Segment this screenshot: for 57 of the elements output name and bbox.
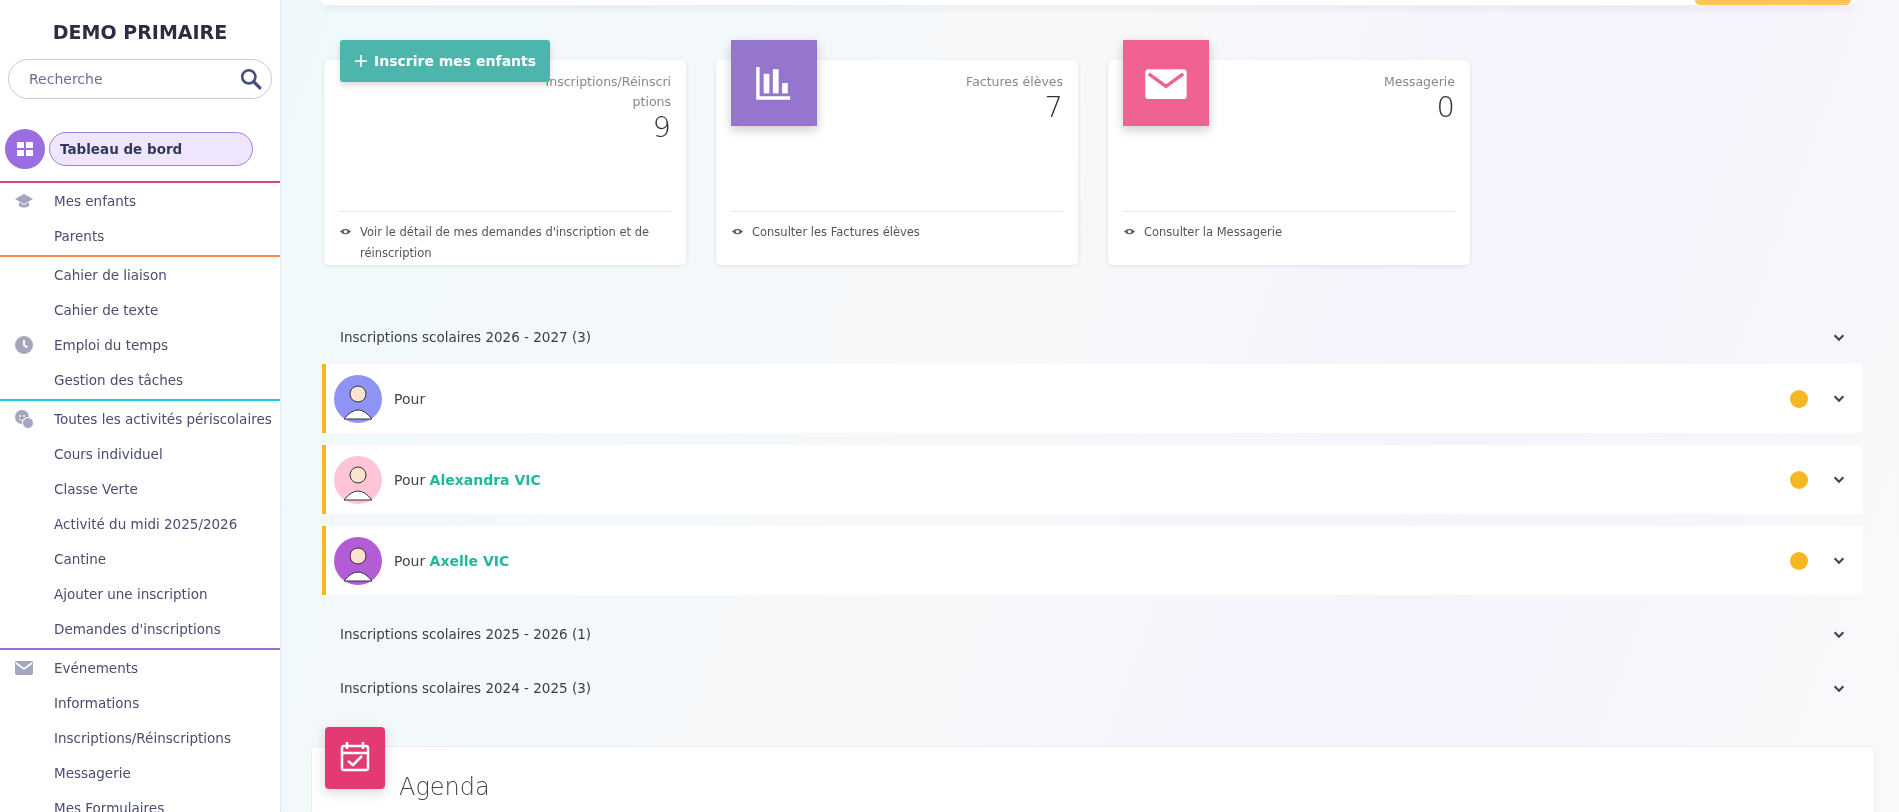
sidebar-item[interactable]: Gestion des tâches <box>54 372 184 388</box>
card-link[interactable]: Consulter la Messagerie <box>1144 222 1283 243</box>
registration-row[interactable]: Pour Alexandra VIC <box>322 445 1862 514</box>
sidebar-item[interactable]: Mes enfants <box>54 193 137 209</box>
sidebar-item[interactable]: Cours individuel <box>54 446 163 462</box>
sidebar-item[interactable]: Classe Verte <box>54 481 138 497</box>
sidebar-item[interactable]: Inscriptions/Réinscriptions <box>54 730 231 746</box>
registration-row[interactable]: Pour <box>322 364 1862 433</box>
clock-icon <box>14 335 34 355</box>
accordion-header[interactable]: Inscriptions scolaires 2026 - 2027 (3) <box>322 310 1862 364</box>
sidebar-item[interactable]: Informations <box>54 695 140 711</box>
chevron-down-icon <box>1832 555 1846 566</box>
card-value: 0 <box>1436 92 1455 122</box>
registration-text: Pour <box>394 390 427 407</box>
agenda-title: Agenda <box>399 773 490 801</box>
search-icon <box>240 68 262 90</box>
sidebar-item[interactable]: Tableau de bord <box>49 132 254 166</box>
sidebar-item[interactable]: Ajouter une inscription <box>54 586 208 602</box>
card-link[interactable]: Voir le détail de mes demandes d'inscription et de réinscription <box>360 222 671 264</box>
accordion-title: Inscriptions scolaires 2024 - 2025 (3) <box>340 680 592 696</box>
eye-icon <box>731 227 744 236</box>
accordion-title: Inscriptions scolaires 2025 - 2026 (1) <box>340 626 592 642</box>
eye-icon <box>339 227 352 236</box>
sidebar-item[interactable]: Evénements <box>54 660 139 676</box>
chevron-down-icon <box>1832 393 1846 404</box>
registration-row[interactable]: Pour Axelle VIC <box>322 526 1862 595</box>
card-label: Messagerie <box>1382 73 1455 91</box>
avatar-icon <box>334 374 382 423</box>
card-value: 9 <box>652 112 671 142</box>
envelope-icon <box>14 658 34 678</box>
card-label: Factures élèves <box>965 73 1063 91</box>
avatar-icon <box>334 455 382 504</box>
sidebar-item[interactable]: Cantine <box>54 551 107 567</box>
card-value: 7 <box>1044 92 1063 122</box>
eye-icon <box>1123 227 1136 236</box>
sidebar-item[interactable]: Cahier de liaison <box>54 267 167 283</box>
sidebar-item[interactable]: Demandes d'inscriptions <box>54 621 221 637</box>
dashboard-icon <box>5 129 45 169</box>
card-link[interactable]: Consulter les Factures élèves <box>752 222 920 243</box>
sidebar-item[interactable]: Activité du midi 2025/2026 <box>54 516 238 532</box>
plus-icon <box>354 54 368 68</box>
registration-text: Pour Alexandra VIC <box>394 471 542 488</box>
sidebar-item[interactable]: Cahier de texte <box>54 302 159 318</box>
faces-icon <box>14 409 34 429</box>
chevron-down-icon <box>1832 474 1846 485</box>
accordion-header[interactable]: Inscriptions scolaires 2025 - 2026 (1) <box>322 607 1862 661</box>
search-field[interactable]: Recherche <box>8 59 272 99</box>
sidebar-item[interactable]: Emploi du temps <box>54 337 169 353</box>
sidebar-item[interactable]: Toutes les activités périscolaires <box>54 411 272 427</box>
action-button[interactable] <box>1695 0 1851 5</box>
sidebar-item[interactable]: Parents <box>54 228 105 244</box>
photo-placeholder <box>334 536 382 585</box>
app-title: DEMO PRIMAIRE <box>51 21 229 43</box>
accordion-title: Inscriptions scolaires 2026 - 2027 (3) <box>340 329 592 345</box>
accordion-header[interactable]: Inscriptions scolaires 2024 - 2025 (3) <box>322 661 1862 715</box>
registration-text: Pour Axelle VIC <box>394 552 511 569</box>
sidebar-item[interactable]: Messagerie <box>54 765 131 781</box>
